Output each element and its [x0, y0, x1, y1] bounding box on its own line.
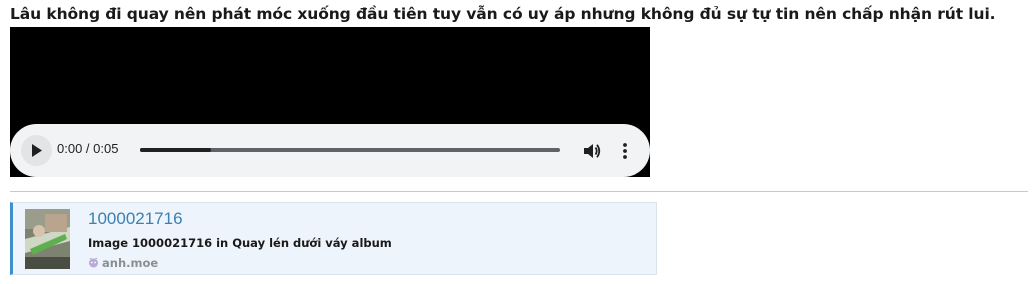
time-display: 0:00 / 0:05 — [57, 141, 119, 156]
preview-thumbnail[interactable] — [25, 209, 70, 269]
play-icon — [32, 144, 42, 157]
preview-site-link[interactable]: anh.moe — [88, 256, 158, 270]
seek-bar-progress — [140, 148, 212, 152]
divider — [10, 191, 1028, 192]
preview-description: Image 1000021716 in Quay lén dưới váy al… — [88, 236, 392, 250]
media-controls: 0:00 / 0:05 — [10, 124, 650, 177]
play-button[interactable] — [21, 135, 52, 166]
preview-title-link[interactable]: 1000021716 — [88, 209, 183, 229]
more-vertical-icon — [623, 143, 627, 159]
volume-button[interactable] — [582, 141, 602, 161]
more-options-button[interactable] — [615, 141, 635, 161]
seek-bar[interactable] — [140, 148, 560, 152]
preview-site-name: anh.moe — [102, 256, 159, 270]
post-headline: Lâu không đi quay nên phát móc xuống đầu… — [10, 5, 996, 23]
link-preview-card: 1000021716 Image 1000021716 in Quay lén … — [10, 202, 657, 275]
volume-icon — [584, 144, 601, 158]
site-favicon-icon — [89, 257, 98, 268]
